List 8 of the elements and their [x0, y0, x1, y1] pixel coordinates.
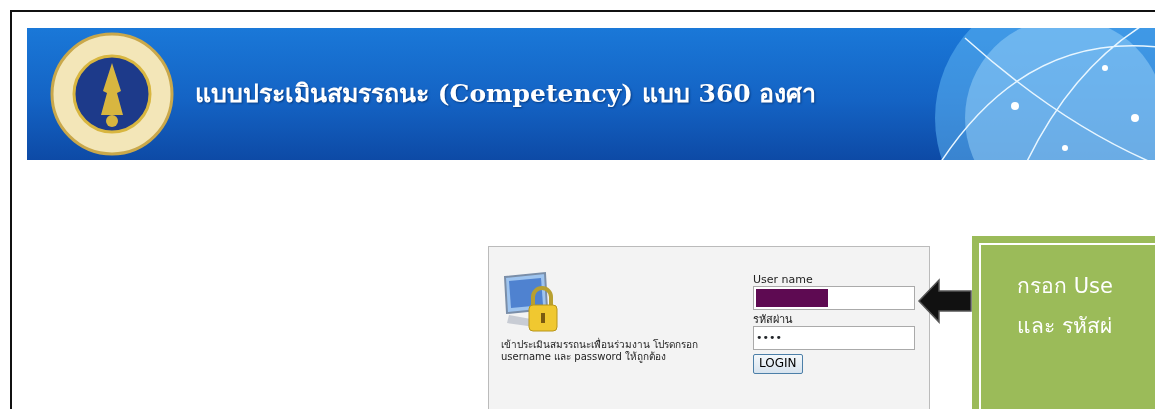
login-instructions: เข้าประเมินสมรรถนะเพื่อนร่วมงาน โปรดกรอก username และ password ให้ถูกต้อง [501, 339, 700, 363]
password-field[interactable]: •••• [753, 326, 915, 351]
callout-text: และ รหัสผ่ [1017, 312, 1113, 340]
login-button[interactable]: LOGIN [753, 354, 803, 374]
password-label: รหัสผ่าน [753, 313, 794, 327]
banner-title: แบบประเมินสมรรถนะ (Competency) แบบ 360 องศา [195, 78, 817, 111]
callout-text: กรอก Use [1017, 273, 1114, 300]
username-label: User name [753, 273, 814, 287]
